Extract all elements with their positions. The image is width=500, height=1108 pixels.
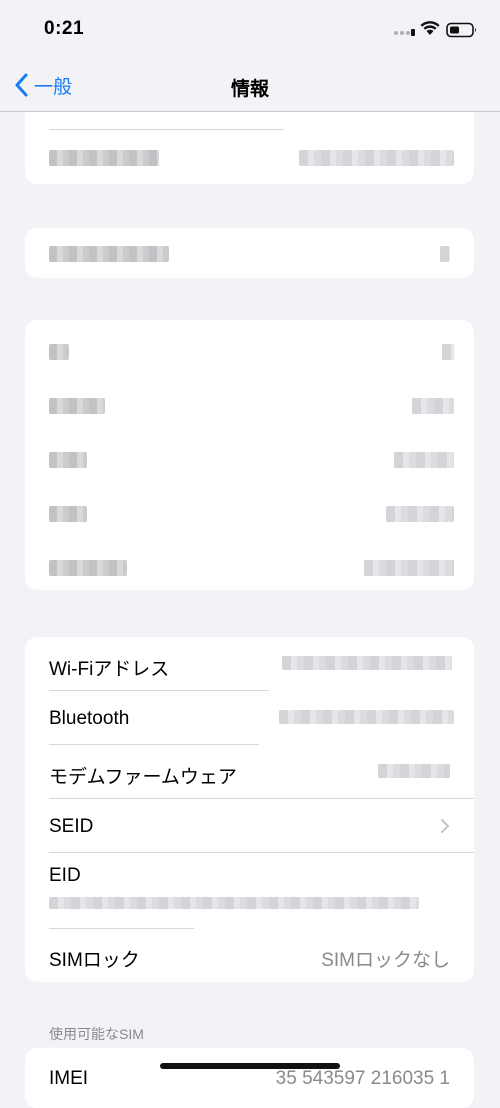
redacted-value	[440, 246, 450, 262]
imei-row[interactable]: IMEI 35 543597 216035 1	[25, 1048, 474, 1102]
sim-lock-value: SIMロックなし	[321, 950, 450, 971]
eid-label: EID	[49, 865, 81, 886]
available-sim-group: IMEI 35 543597 216035 1	[25, 1048, 474, 1108]
redacted-label	[49, 398, 105, 414]
redacted-value	[394, 452, 454, 468]
redacted-label	[49, 246, 169, 262]
eid-row[interactable]: EID	[25, 853, 474, 928]
redacted-label	[49, 452, 87, 468]
sim-lock-row[interactable]: SIMロック SIMロックなし	[25, 929, 474, 982]
sim-lock-label: SIMロック	[49, 950, 140, 971]
seid-label: SEID	[49, 816, 94, 837]
imei-label: IMEI	[49, 1068, 89, 1089]
status-time: 0:21	[44, 18, 85, 39]
redacted-value	[364, 560, 454, 576]
device-info-group-2[interactable]	[25, 228, 474, 278]
redacted-value	[412, 398, 454, 414]
battery-icon	[446, 22, 476, 38]
wifi-address-label: Wi-Fiアドレス	[49, 659, 170, 680]
redacted-label	[49, 506, 87, 522]
wifi-address-value-redacted	[282, 656, 452, 670]
row-divider	[49, 129, 284, 130]
available-sim-header: 使用可能なSIM	[49, 1026, 144, 1042]
navigation-bar: 一般 情報	[0, 60, 500, 112]
bluetooth-row[interactable]: Bluetooth	[25, 691, 474, 745]
bluetooth-label: Bluetooth	[49, 708, 130, 729]
modem-firmware-label: モデムファームウェア	[49, 767, 237, 788]
modem-firmware-value-redacted	[378, 764, 450, 778]
redacted-label	[49, 344, 69, 360]
modem-firmware-row[interactable]: モデムファームウェア	[25, 745, 474, 799]
redacted-value	[442, 344, 454, 360]
redacted-value	[386, 506, 454, 522]
status-bar: 0:21	[0, 0, 500, 60]
cellular-signal-icon	[394, 29, 415, 36]
device-info-group-3	[25, 320, 474, 590]
eid-value-redacted	[49, 897, 419, 909]
page-title: 情報	[230, 79, 269, 100]
redacted-label	[49, 560, 127, 576]
wifi-icon	[420, 21, 440, 35]
redacted-label	[49, 150, 159, 166]
home-indicator[interactable]	[160, 1063, 340, 1069]
bluetooth-value-redacted	[279, 710, 454, 724]
seid-row[interactable]: SEID	[25, 799, 474, 853]
network-info-group: Wi-Fiアドレス Bluetooth モデムファームウェア SEID EID …	[25, 637, 474, 982]
redacted-value	[299, 150, 454, 166]
wifi-address-row[interactable]: Wi-Fiアドレス	[25, 637, 474, 691]
imei-value: 35 543597 216035 1	[275, 1068, 450, 1089]
chevron-right-icon	[441, 819, 449, 833]
